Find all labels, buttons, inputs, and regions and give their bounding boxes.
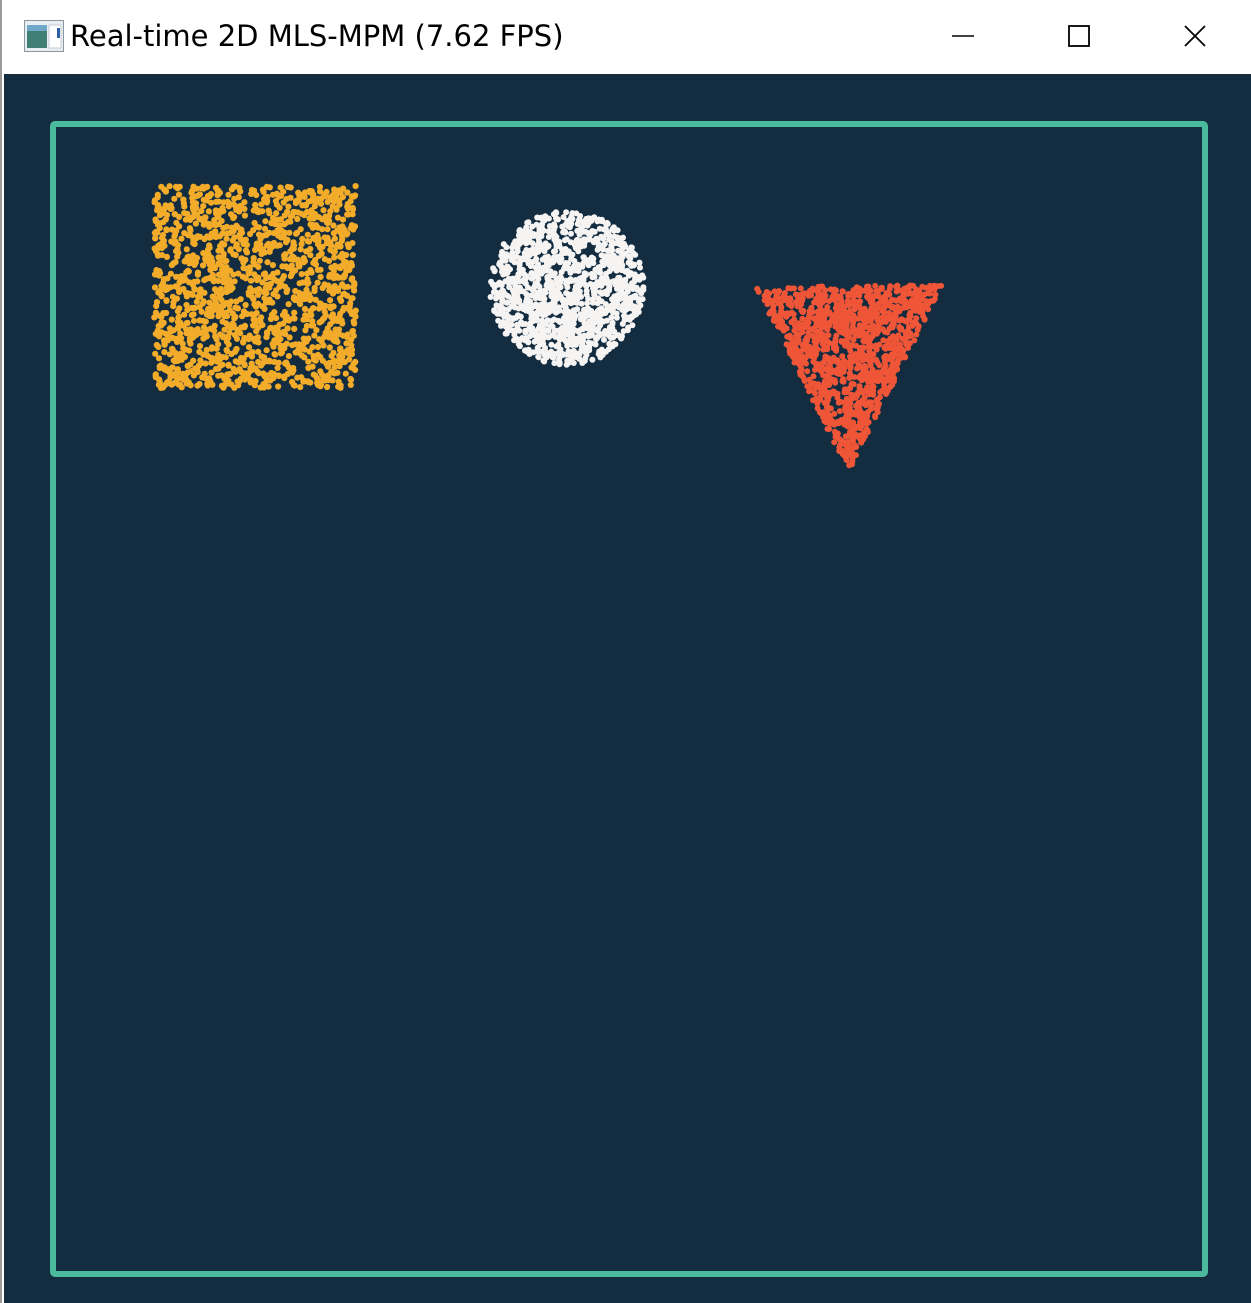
application-window: Real-time 2D MLS-MPM (7.62 FPS) [0, 0, 1251, 1303]
title-bar[interactable]: Real-time 2D MLS-MPM (7.62 FPS) [4, 0, 1251, 74]
maximize-button[interactable] [1022, 0, 1136, 72]
minimize-icon [952, 35, 974, 37]
maximize-icon [1068, 25, 1090, 47]
close-button[interactable] [1138, 0, 1251, 72]
window-title: Real-time 2D MLS-MPM (7.62 FPS) [70, 19, 564, 53]
close-icon [1184, 25, 1206, 47]
simulation-canvas[interactable] [4, 74, 1251, 1303]
app-window-icon [24, 20, 64, 52]
simulation-viewport[interactable] [4, 74, 1251, 1303]
minimize-button[interactable] [906, 0, 1020, 72]
